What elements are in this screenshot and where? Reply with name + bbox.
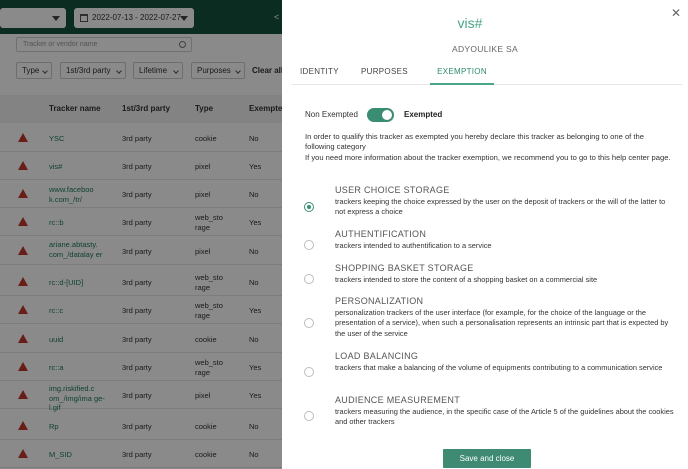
- radio-load-balancing[interactable]: [304, 367, 314, 377]
- close-icon[interactable]: ✕: [670, 7, 682, 19]
- option-title: AUDIENCE MEASUREMENT: [335, 395, 461, 405]
- help-text: If you need more information about the t…: [305, 152, 671, 162]
- option-description: trackers that make a balancing of the vo…: [335, 363, 663, 372]
- option-title: SHOPPING BASKET STORAGE: [335, 263, 474, 273]
- exemption-intro: In order to qualify this tracker as exem…: [305, 132, 675, 163]
- option-description: trackers measuring the audience, in the …: [335, 407, 674, 427]
- option-title: USER CHOICE STORAGE: [335, 185, 450, 195]
- radio-personalization[interactable]: [304, 318, 314, 328]
- vendor-name: ADYOULIKE SA: [452, 44, 518, 54]
- option-description: trackers intended to store the content o…: [335, 275, 598, 284]
- tracker-detail-panel: ✕ vis# ADYOULIKE SA IDENTITY PURPOSES EX…: [282, 0, 688, 469]
- option-title: AUTHENTIFICATION: [335, 229, 427, 239]
- tab-exemption[interactable]: EXEMPTION: [430, 60, 494, 85]
- exempted-label: Exempted: [404, 110, 443, 119]
- exemption-switch[interactable]: [367, 108, 394, 122]
- option-description: trackers keeping the choice expressed by…: [335, 197, 666, 217]
- intro-text: In order to qualify this tracker as exem…: [305, 132, 644, 152]
- option-title: LOAD BALANCING: [335, 351, 419, 361]
- radio-authentification[interactable]: [304, 240, 314, 250]
- panel-title: vis#: [457, 15, 483, 31]
- tab-purposes[interactable]: PURPOSES: [361, 60, 408, 85]
- non-exempted-label: Non Exempted: [305, 110, 358, 119]
- radio-audience-measurement[interactable]: [304, 411, 314, 421]
- option-title: PERSONALIZATION: [335, 296, 424, 306]
- option-description: trackers intended to authentification to…: [335, 241, 492, 250]
- radio-shopping-basket-storage[interactable]: [304, 274, 314, 284]
- active-tab-indicator: [430, 83, 494, 85]
- switch-knob: [382, 110, 392, 120]
- radio-user-choice-storage[interactable]: [304, 202, 314, 212]
- save-and-close-button[interactable]: Save and close: [443, 449, 531, 468]
- tab-identity[interactable]: IDENTITY: [300, 60, 339, 85]
- panel-tabs: IDENTITY PURPOSES EXEMPTION: [292, 60, 682, 85]
- option-description: personalization trackers of the user int…: [335, 308, 669, 338]
